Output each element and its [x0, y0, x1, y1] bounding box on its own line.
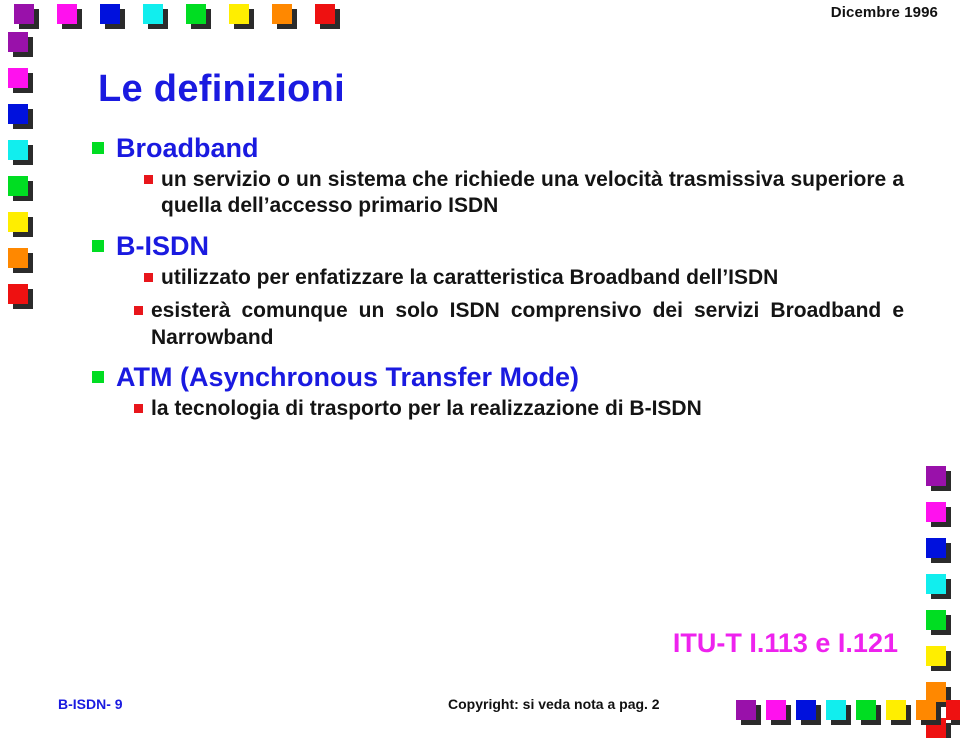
decor-square	[186, 4, 206, 24]
red-square-bullet-icon	[144, 272, 153, 282]
red-square-bullet-icon	[144, 174, 153, 184]
standard-reference: ITU-T I.113 e I.121	[672, 628, 898, 658]
decor-square	[8, 176, 28, 196]
decor-square	[926, 574, 946, 594]
bullet-item-broadband-definition: un servizio o un sistema che richiede un…	[144, 167, 904, 220]
decor-square	[946, 700, 960, 720]
decor-square	[926, 718, 946, 738]
decor-square	[766, 700, 786, 720]
bullet-label: esisterà comunque un solo ISDN comprensi…	[151, 299, 904, 349]
decor-square	[926, 502, 946, 522]
slide-date: Dicembre 1996	[830, 4, 938, 21]
decor-square	[100, 4, 120, 24]
decor-square	[826, 700, 846, 720]
decor-square	[926, 538, 946, 558]
red-square-bullet-icon	[134, 306, 143, 316]
bullet-item-broadband: Broadband	[92, 133, 904, 165]
decor-square	[315, 4, 335, 24]
decor-square	[8, 248, 28, 268]
decor-square	[8, 104, 28, 124]
decor-square	[8, 284, 28, 304]
decor-square	[8, 32, 28, 52]
decor-square	[14, 4, 34, 24]
decor-square	[796, 700, 816, 720]
footer-page-label: B-ISDN- 9	[58, 696, 123, 712]
decor-square	[926, 466, 946, 486]
slide-canvas: Dicembre 1996 Le definizioni Broadband u…	[0, 0, 960, 738]
bullet-label: B-ISDN	[116, 230, 209, 261]
decor-square	[229, 4, 249, 24]
bullet-label: ATM (Asynchronous Transfer Mode)	[116, 361, 580, 392]
decor-square	[272, 4, 292, 24]
bullet-item-bisdn-definition: utilizzato per enfatizzare la caratteris…	[144, 265, 904, 291]
decor-square	[886, 700, 906, 720]
page-title: Le definizioni	[98, 68, 345, 110]
bullet-label: utilizzato per enfatizzare la caratteris…	[161, 265, 779, 289]
decor-square	[926, 610, 946, 630]
red-square-bullet-icon	[134, 403, 143, 413]
decor-square	[8, 68, 28, 88]
bullet-list: Broadband un servizio o un sistema che r…	[92, 133, 904, 423]
decor-square	[57, 4, 77, 24]
bullet-item-atm: ATM (Asynchronous Transfer Mode)	[92, 362, 904, 394]
decor-square	[856, 700, 876, 720]
decor-square	[916, 700, 936, 720]
bullet-item-bisdn: B-ISDN	[92, 231, 904, 263]
decor-square	[8, 212, 28, 232]
bullet-label: la tecnologia di trasporto per la realiz…	[151, 396, 702, 420]
bullet-label: Broadband	[116, 133, 259, 163]
green-square-bullet-icon	[92, 370, 104, 383]
decor-square	[926, 682, 946, 702]
decor-square	[8, 140, 28, 160]
green-square-bullet-icon	[92, 141, 104, 154]
bullet-label: un servizio o un sistema che richiede un…	[161, 167, 904, 218]
decor-square	[143, 4, 163, 24]
bullet-item-atm-definition: la tecnologia di trasporto per la realiz…	[134, 396, 904, 422]
decor-square	[736, 700, 756, 720]
decor-square	[926, 646, 946, 666]
bullet-item-single-isdn: esisterà comunque un solo ISDN comprensi…	[134, 298, 904, 351]
green-square-bullet-icon	[92, 239, 104, 252]
footer-copyright: Copyright: si veda nota a pag. 2	[448, 696, 660, 712]
